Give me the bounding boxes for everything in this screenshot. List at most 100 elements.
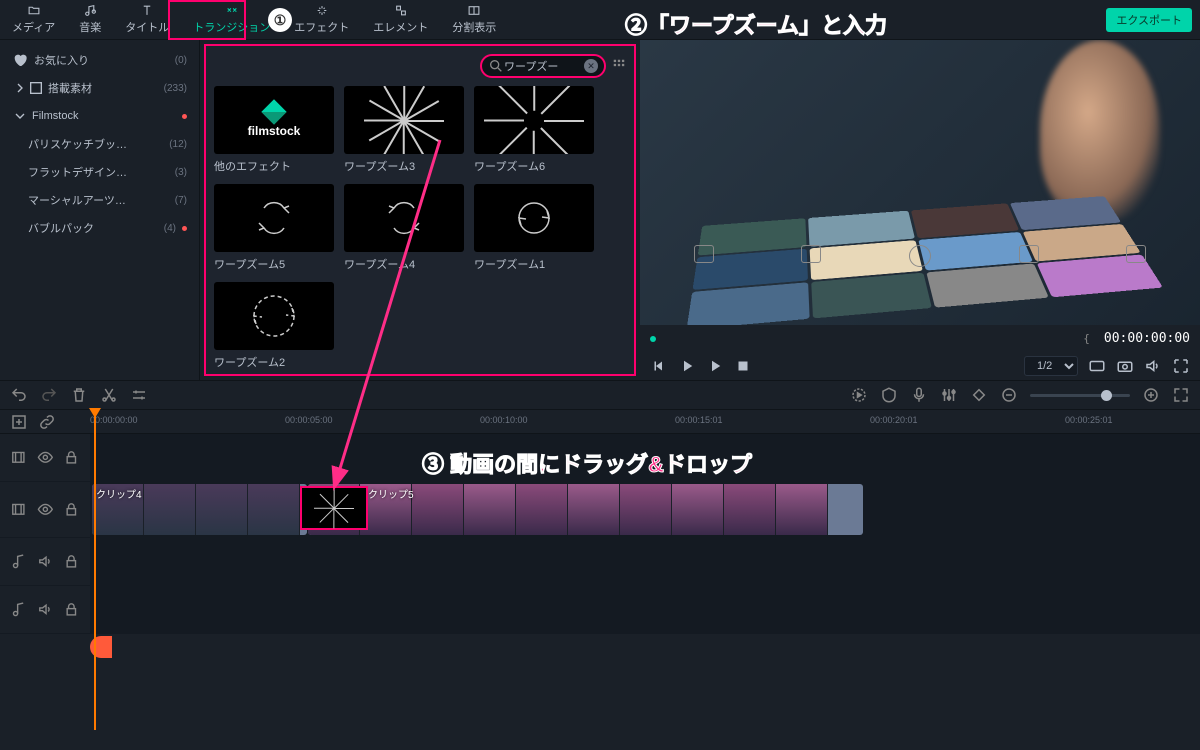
tab-label: 音楽 bbox=[79, 19, 101, 35]
grid-view-icon[interactable] bbox=[612, 58, 626, 75]
timeline-toolbar bbox=[0, 380, 1200, 410]
link-icon[interactable] bbox=[38, 413, 56, 431]
film-icon[interactable] bbox=[10, 501, 27, 519]
timeline-ruler[interactable]: 00:00:00:00 00:00:05:00 00:00:10:00 00:0… bbox=[0, 410, 1200, 434]
transition-name: ワープズーム6 bbox=[474, 158, 594, 174]
chevron-down-icon bbox=[12, 108, 28, 124]
lock-icon[interactable] bbox=[63, 553, 80, 571]
tab-media[interactable]: メディア bbox=[0, 0, 67, 39]
tab-label: エフェクト bbox=[294, 19, 349, 35]
sidebar-filmstock[interactable]: Filmstock bbox=[0, 102, 199, 130]
bracket-icon: { bbox=[1083, 332, 1090, 345]
spin-icon bbox=[499, 193, 569, 243]
tab-split[interactable]: 分割表示 bbox=[440, 0, 508, 39]
add-track-icon[interactable] bbox=[10, 413, 28, 431]
fullscreen-icon[interactable] bbox=[1172, 357, 1190, 375]
search-input[interactable] bbox=[504, 60, 584, 72]
zoom-select[interactable]: 1/2 bbox=[1024, 356, 1078, 376]
tab-element[interactable]: エレメント bbox=[361, 0, 440, 39]
quality-icon[interactable] bbox=[1088, 357, 1106, 375]
timecode: 00:00:00:00 bbox=[1104, 331, 1190, 346]
search-icon bbox=[488, 58, 504, 74]
preview-viewport[interactable] bbox=[640, 40, 1200, 325]
track-video: クリップ4 クリップ5 bbox=[0, 482, 1200, 538]
layout-icon bbox=[466, 4, 482, 17]
zoom-out-icon[interactable] bbox=[1000, 386, 1018, 404]
tab-label: メディア bbox=[12, 19, 55, 35]
annotation-text: ②「ワープズーム」と入力 bbox=[625, 8, 887, 40]
sidebar-sub-item[interactable]: フラットデザイン…(3) bbox=[0, 158, 199, 186]
split-button[interactable] bbox=[100, 386, 118, 404]
adjust-button[interactable] bbox=[130, 386, 148, 404]
ruler-mark: 00:00:00:00 bbox=[90, 415, 138, 425]
annotation-badge: ① bbox=[268, 8, 292, 32]
zoom-slider[interactable] bbox=[1030, 394, 1130, 397]
sidebar-item-count: (12) bbox=[169, 139, 187, 150]
preview-controls: 1/2 bbox=[640, 352, 1200, 380]
zoom-fit-icon[interactable] bbox=[1172, 386, 1190, 404]
new-indicator-icon bbox=[182, 114, 187, 119]
track-audio-2 bbox=[0, 586, 1200, 634]
stop-button[interactable] bbox=[734, 357, 752, 375]
mute-icon[interactable] bbox=[37, 553, 54, 571]
preview-overlay-icons bbox=[640, 235, 1200, 277]
keyframe-icon[interactable] bbox=[970, 386, 988, 404]
sidebar-sub-item[interactable]: バブルパック(4) bbox=[0, 214, 199, 242]
clear-search-icon[interactable]: ✕ bbox=[584, 59, 598, 73]
tab-label: 分割表示 bbox=[452, 19, 496, 35]
sidebar-favorites[interactable]: お気に入り (0) bbox=[0, 46, 199, 74]
sidebar: お気に入り (0) 搭載素材 (233) Filmstock パリスケッチブッ…… bbox=[0, 40, 200, 380]
new-indicator-icon bbox=[182, 226, 187, 231]
film-icon[interactable] bbox=[10, 449, 27, 467]
sidebar-sub-item[interactable]: パリスケッチブッ…(12) bbox=[0, 130, 199, 158]
tab-audio[interactable]: 音楽 bbox=[67, 0, 113, 39]
volume-icon[interactable] bbox=[1144, 357, 1162, 375]
transition-item[interactable]: ワープズーム6 bbox=[474, 86, 594, 174]
sidebar-item-label: 搭載素材 bbox=[48, 80, 164, 96]
music-icon[interactable] bbox=[10, 553, 27, 571]
zoom-in-icon[interactable] bbox=[1142, 386, 1160, 404]
sidebar-item-count: (7) bbox=[175, 195, 187, 206]
music-icon[interactable] bbox=[10, 601, 27, 619]
render-icon[interactable] bbox=[850, 386, 868, 404]
chevron-right-icon bbox=[12, 80, 28, 96]
prev-frame-button[interactable] bbox=[650, 357, 668, 375]
heart-icon bbox=[12, 52, 28, 68]
visibility-icon[interactable] bbox=[37, 449, 54, 467]
lock-icon[interactable] bbox=[63, 449, 80, 467]
play-button[interactable] bbox=[678, 357, 696, 375]
preview-scrubber: { 00:00:00:00 bbox=[640, 325, 1200, 352]
transition-item[interactable]: ワープズーム1 bbox=[474, 184, 594, 272]
sidebar-item-label: フラットデザイン… bbox=[28, 164, 175, 180]
lock-icon[interactable] bbox=[63, 501, 80, 519]
video-clip[interactable]: クリップ4 bbox=[92, 484, 307, 535]
sidebar-item-count: (0) bbox=[175, 55, 187, 66]
delete-button[interactable] bbox=[70, 386, 88, 404]
mute-icon[interactable] bbox=[37, 601, 54, 619]
marker-icon[interactable] bbox=[880, 386, 898, 404]
visibility-icon[interactable] bbox=[37, 501, 54, 519]
voiceover-icon[interactable] bbox=[910, 386, 928, 404]
track-audio-1 bbox=[0, 538, 1200, 586]
undo-button[interactable] bbox=[10, 386, 28, 404]
play-forward-button[interactable] bbox=[706, 357, 724, 375]
shapes-icon bbox=[393, 4, 409, 17]
playhead[interactable] bbox=[94, 410, 96, 730]
lock-icon[interactable] bbox=[63, 601, 80, 619]
ruler-mark: 00:00:20:01 bbox=[870, 415, 918, 425]
search-input-wrap[interactable]: ✕ bbox=[480, 54, 606, 78]
tab-label: タイトル bbox=[125, 19, 169, 35]
export-button[interactable]: エクスポート bbox=[1106, 8, 1192, 32]
sidebar-item-label: お気に入り bbox=[34, 52, 175, 68]
tab-effect[interactable]: エフェクト bbox=[282, 0, 361, 39]
sidebar-builtin[interactable]: 搭載素材 (233) bbox=[0, 74, 199, 102]
sidebar-item-label: バブルパック bbox=[28, 220, 164, 236]
transition-name: ワープズーム1 bbox=[474, 256, 594, 272]
ruler-mark: 00:00:25:01 bbox=[1065, 415, 1113, 425]
redo-button[interactable] bbox=[40, 386, 58, 404]
snapshot-icon[interactable] bbox=[1116, 357, 1134, 375]
folder-icon bbox=[26, 4, 42, 17]
sidebar-sub-item[interactable]: マーシャルアーツ…(7) bbox=[0, 186, 199, 214]
sidebar-item-label: Filmstock bbox=[32, 110, 176, 122]
audio-mixer-icon[interactable] bbox=[940, 386, 958, 404]
